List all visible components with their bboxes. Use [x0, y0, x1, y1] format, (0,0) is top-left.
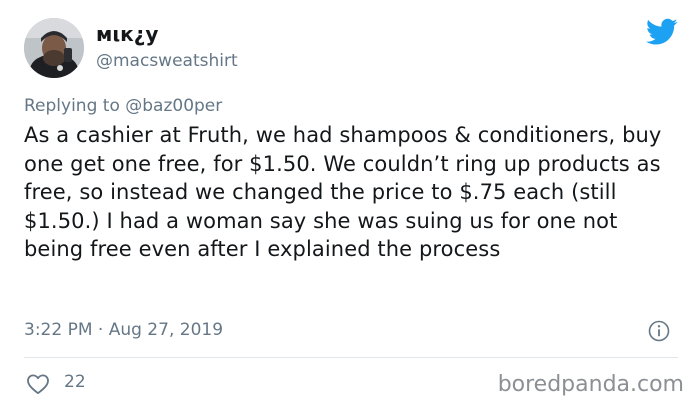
- user-handle[interactable]: @macsweatshirt: [96, 51, 238, 71]
- tweet-card: мιк¿у @macsweatshirt Replying to @baz00p…: [0, 0, 700, 410]
- heart-icon[interactable]: [26, 373, 50, 395]
- reply-prefix: Replying to: [24, 96, 120, 116]
- display-name[interactable]: мιк¿у: [96, 22, 158, 46]
- watermark: boredpanda.com: [497, 372, 684, 397]
- tweet-timestamp[interactable]: 3:22 PM · Aug 27, 2019: [24, 320, 223, 340]
- user-avatar-photo: [24, 18, 84, 78]
- info-icon[interactable]: [648, 320, 670, 342]
- reply-mention-link[interactable]: @baz00per: [125, 96, 222, 116]
- like-count: 22: [64, 372, 86, 392]
- reply-context: Replying to @baz00per: [24, 96, 222, 116]
- avatar[interactable]: [24, 18, 84, 78]
- tweet-text: As a cashier at Fruth, we had shampoos &…: [24, 123, 662, 261]
- divider: [24, 357, 678, 358]
- twitter-bird-icon[interactable]: [646, 18, 678, 46]
